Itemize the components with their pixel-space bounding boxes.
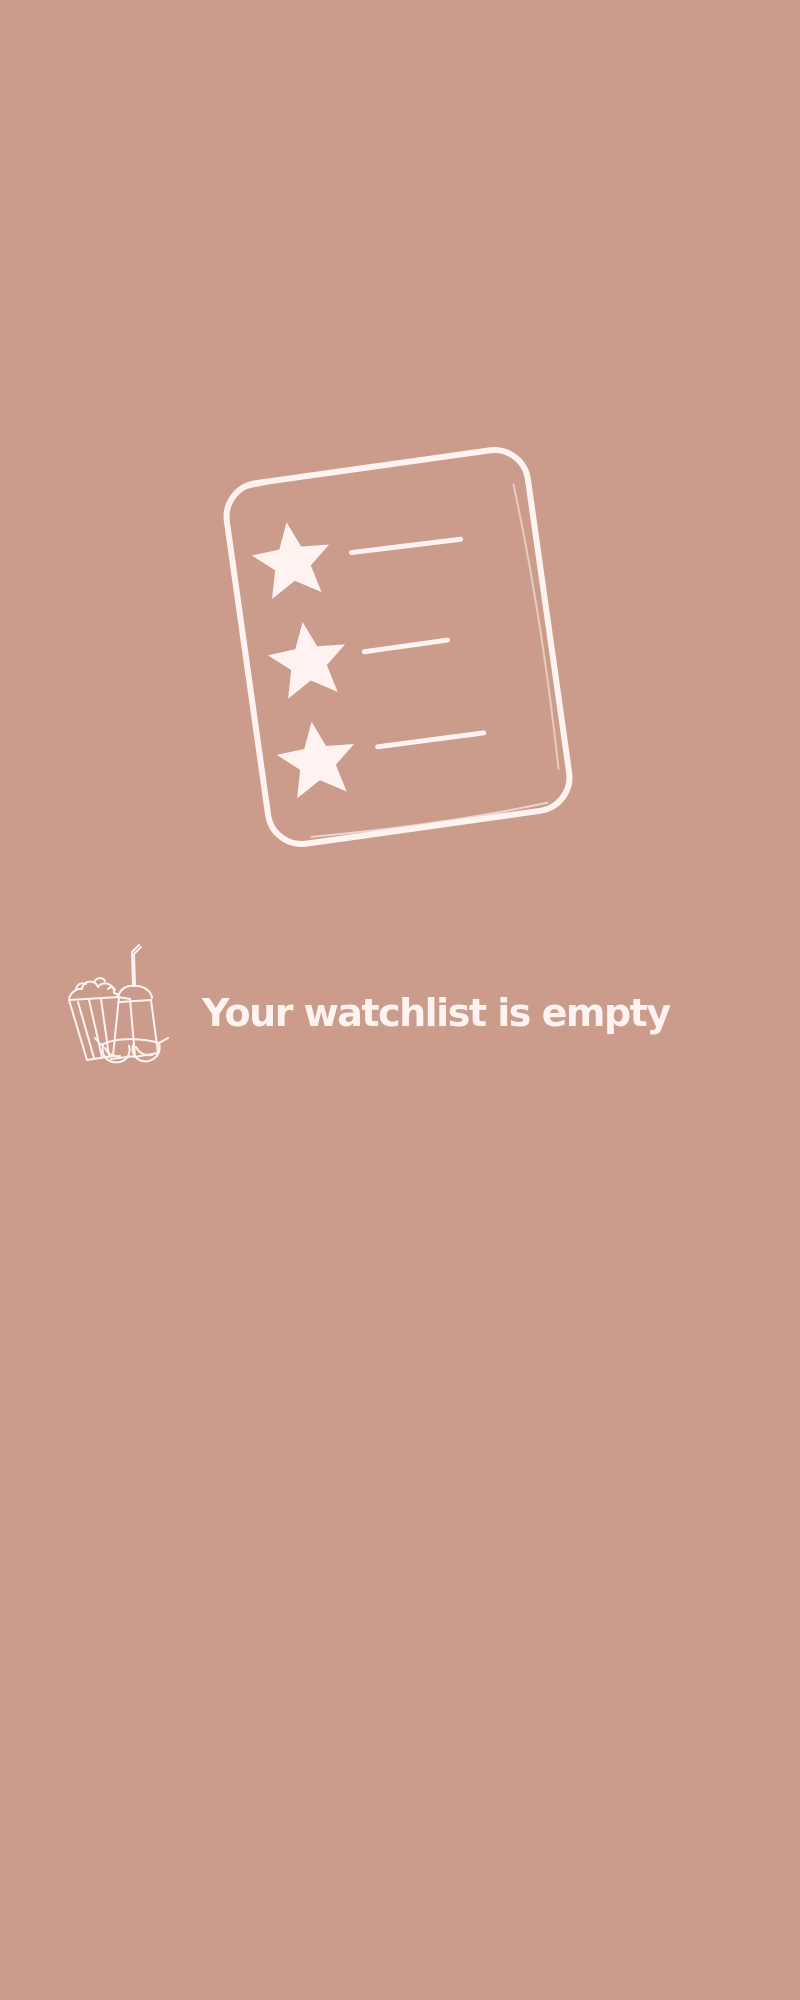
empty-watchlist-message: Your watchlist is empty — [64, 942, 684, 1068]
watchlist-star-list-icon — [222, 438, 574, 856]
popcorn-drink-3d-glasses-icon — [64, 942, 174, 1068]
watchlist-empty-screen: Your watchlist is empty — [0, 0, 800, 2000]
empty-watchlist-title: Your watchlist is empty — [202, 991, 671, 1035]
